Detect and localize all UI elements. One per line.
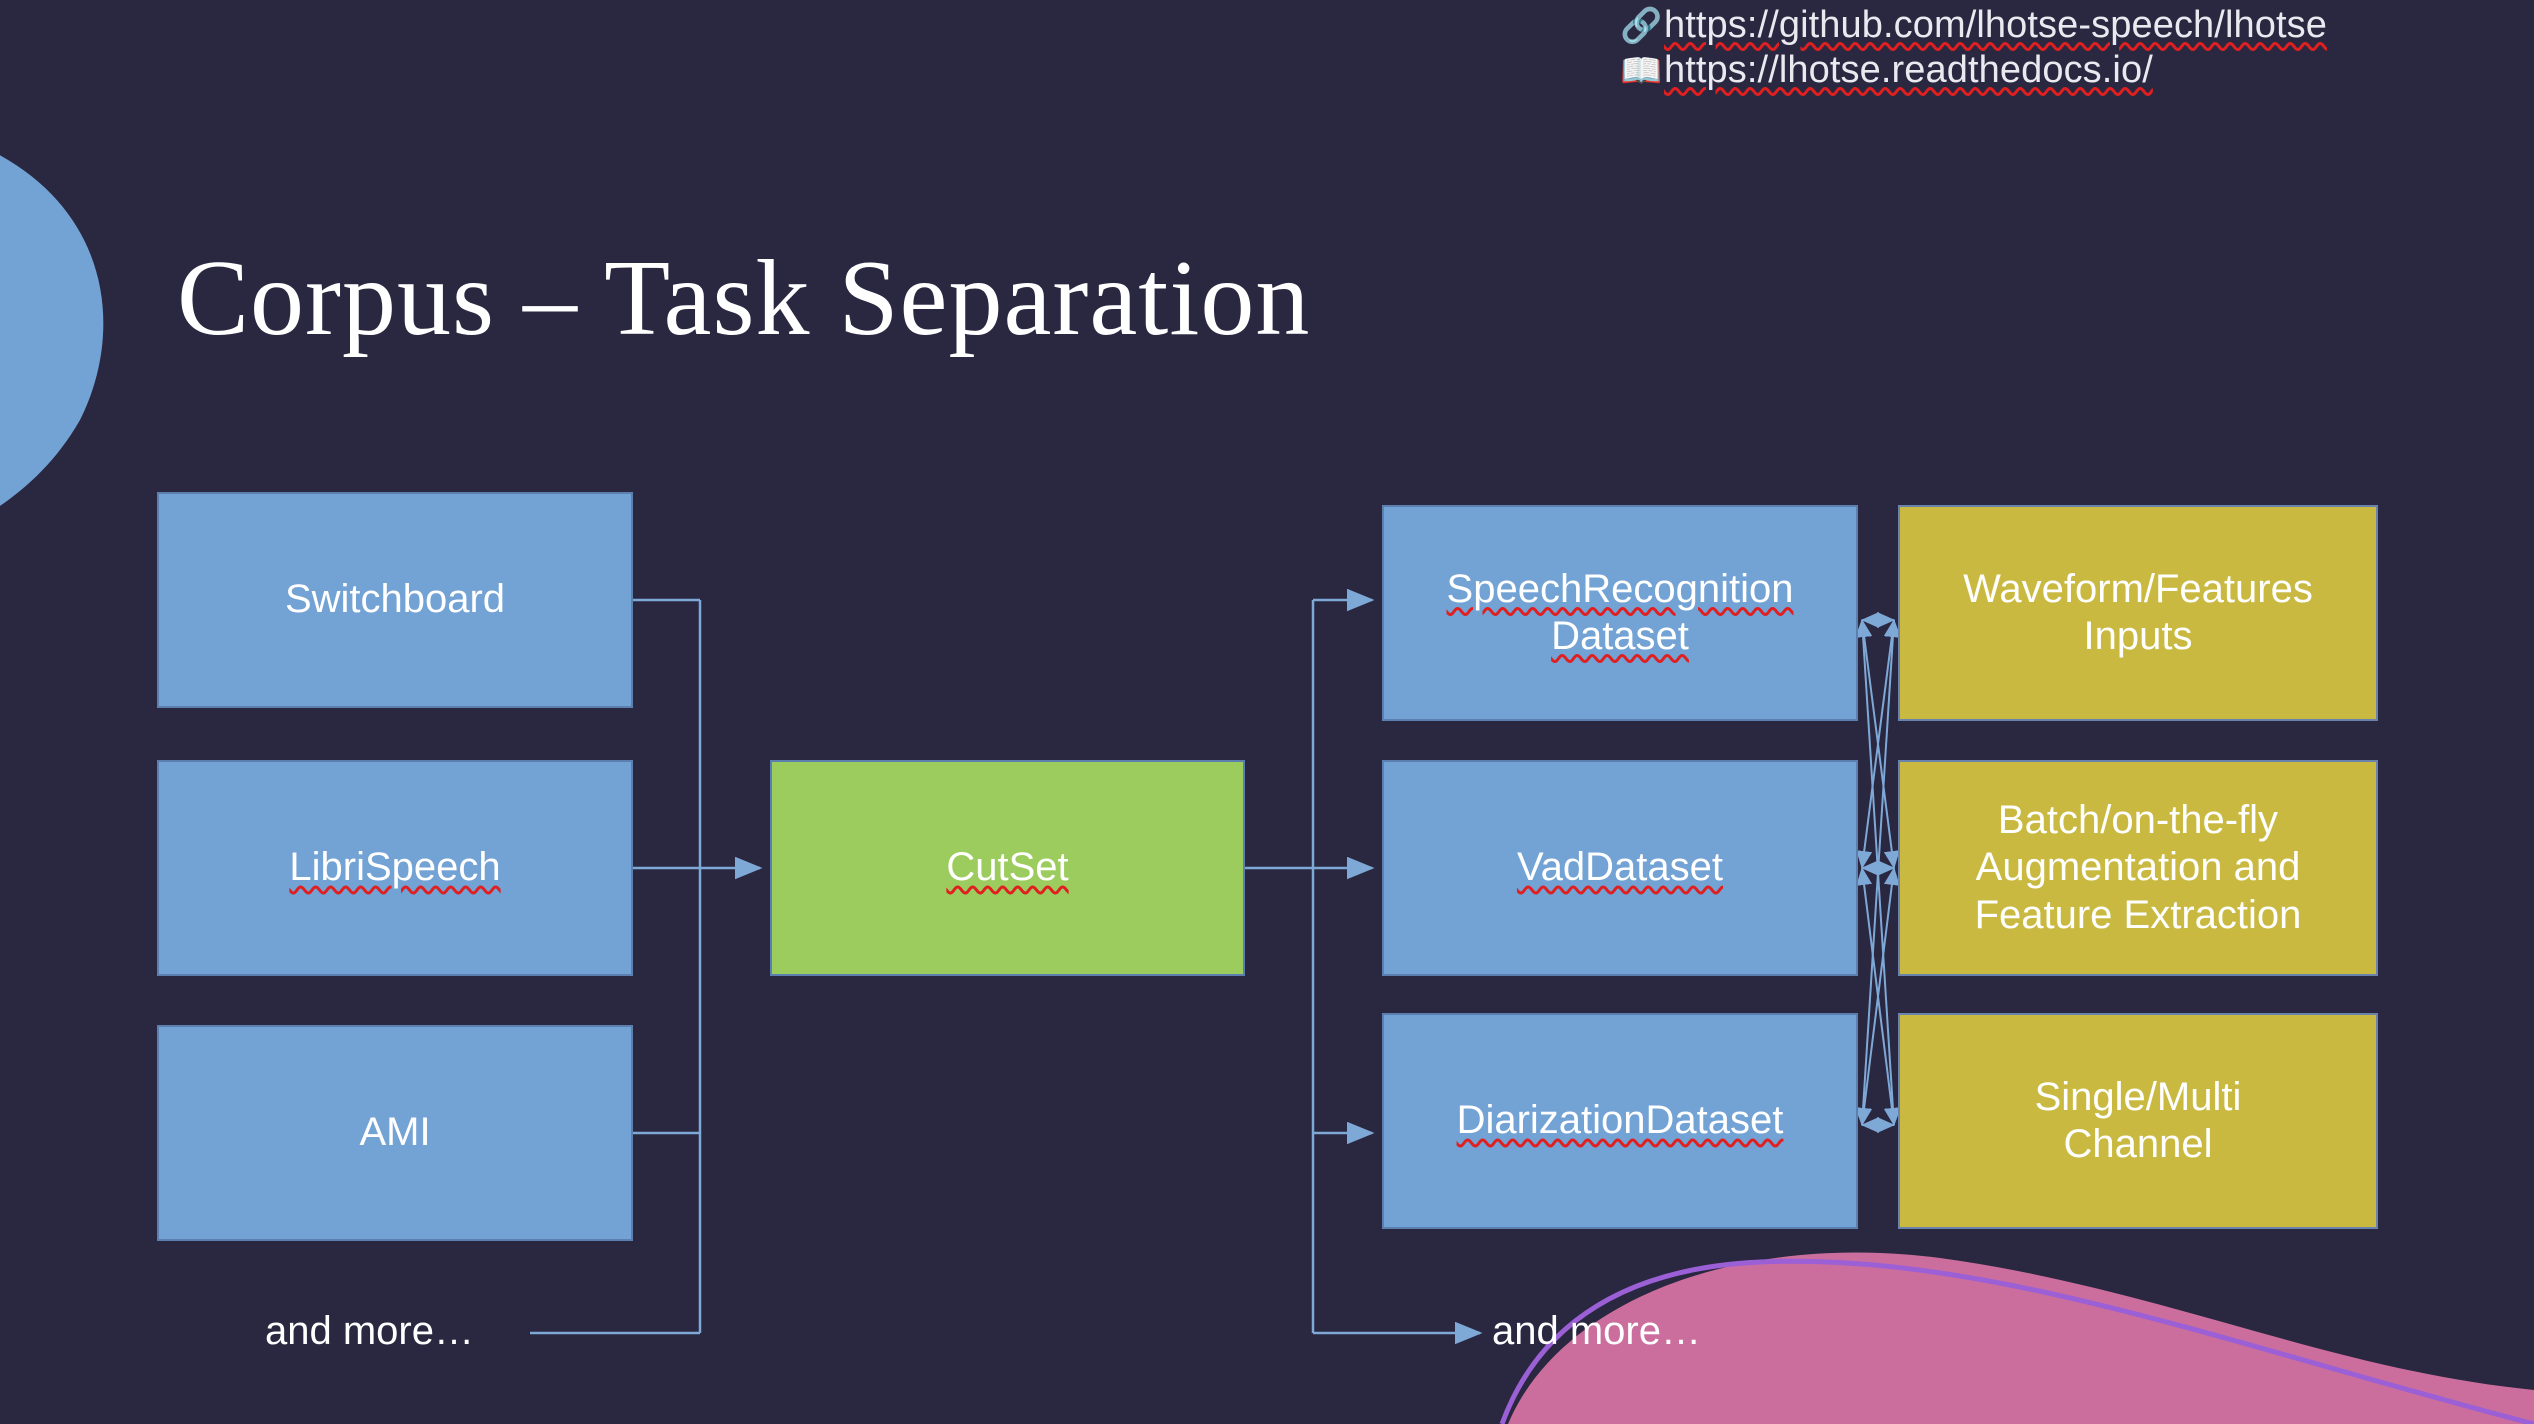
node-switchboard[interactable]: Switchboard [157,492,633,708]
node-waveform-features-inputs[interactable]: Waveform/Features Inputs [1898,505,2378,721]
node-ami[interactable]: AMI [157,1025,633,1241]
node-label-line-2: Inputs [2083,614,2193,658]
link-icon: 🔗 [1620,7,1663,45]
node-label: CutSet [946,845,1069,890]
node-cutset[interactable]: CutSet [770,760,1245,976]
node-librispeech[interactable]: LibriSpeech [157,760,633,976]
node-speechrecognitiondataset[interactable]: SpeechRecognition Dataset [1382,505,1858,721]
node-label-line-2: Channel [2063,1122,2213,1166]
node-label-line-2: Augmentation and [1975,845,2301,890]
book-icon: 📖 [1620,51,1663,90]
node-label: VadDataset [1516,845,1724,890]
label-and-more-right: and more… [1492,1309,1701,1353]
links-block: 🔗 https://github.com/lhotse-speech/lhots… [1620,5,2520,96]
label-and-more-left: and more… [265,1309,474,1353]
node-augmentation-feature-extraction[interactable]: Batch/on-the-fly Augmentation and Featur… [1898,760,2378,976]
node-label: DiarizationDataset [1456,1098,1784,1143]
slide-canvas: 🔗 https://github.com/lhotse-speech/lhots… [0,0,2534,1424]
node-label: LibriSpeech [289,845,501,890]
node-label: AMI [359,1110,431,1155]
github-url[interactable]: https://github.com/lhotse-speech/lhotse [1664,5,2327,45]
node-label-line-3: Feature Extraction [1974,892,2302,937]
page-title: Corpus – Task Separation [177,239,1311,358]
node-label-line-1: Waveform/Features [1963,566,2313,611]
top-left-blob-icon [0,155,104,506]
node-label-line-1: Single/Multi [2034,1074,2242,1119]
link-row-docs[interactable]: 📖 https://lhotse.readthedocs.io/ [1620,50,2520,92]
node-diarizationdataset[interactable]: DiarizationDataset [1382,1013,1858,1229]
node-label-line-1: SpeechRecognition [1446,566,1794,611]
docs-url[interactable]: https://lhotse.readthedocs.io/ [1664,50,2153,90]
node-vaddataset[interactable]: VadDataset [1382,760,1858,976]
node-label-line-2: Dataset [1551,614,1689,658]
node-label: Switchboard [284,577,506,622]
link-row-github[interactable]: 🔗 https://github.com/lhotse-speech/lhots… [1620,5,2520,47]
node-single-multi-channel[interactable]: Single/Multi Channel [1898,1013,2378,1229]
node-label-line-1: Batch/on-the-fly [1997,798,2279,843]
